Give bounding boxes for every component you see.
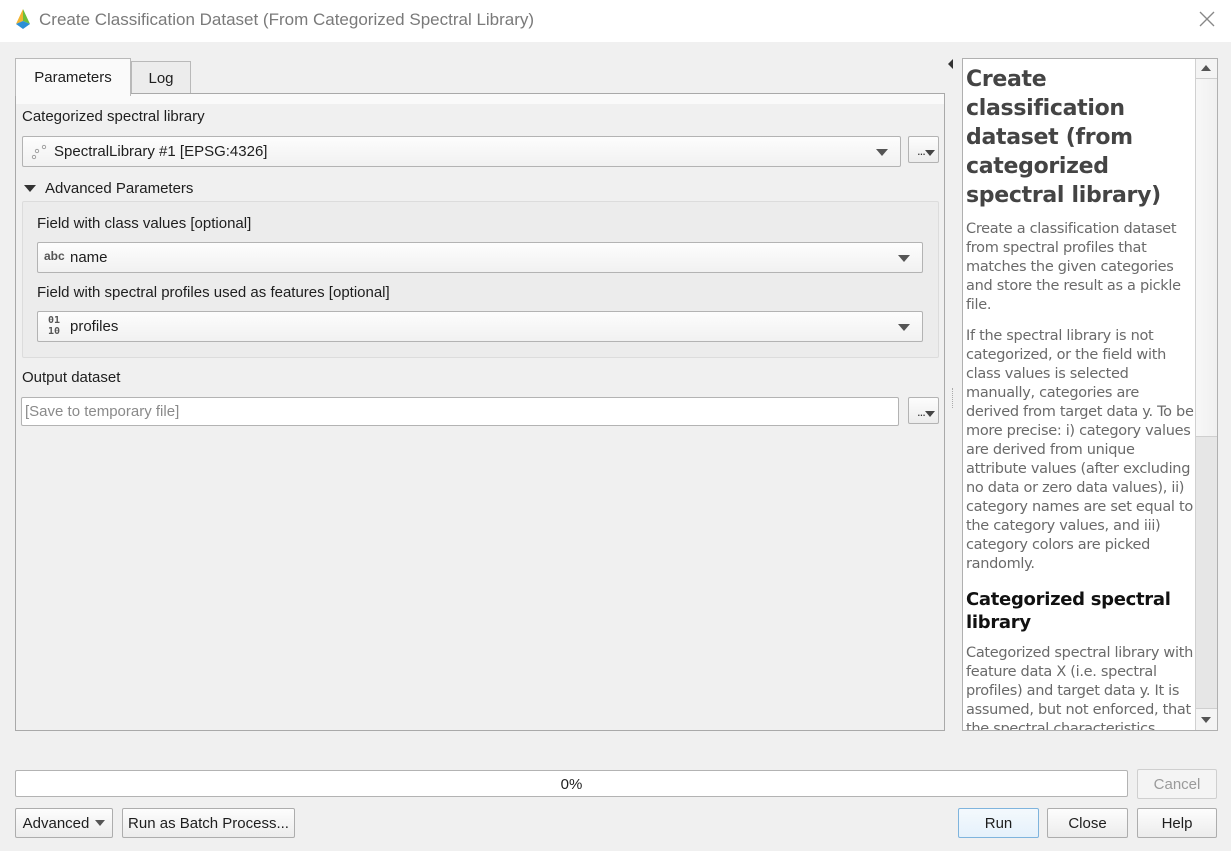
scrollbar-thumb[interactable]	[1196, 79, 1217, 437]
chevron-down-icon	[876, 149, 888, 156]
help-panel: Create classification dataset (from cate…	[962, 58, 1218, 731]
output-path-input[interactable]	[21, 397, 899, 426]
library-combo[interactable]: SpectralLibrary #1 [EPSG:4326]	[22, 136, 901, 167]
output-label: Output dataset	[22, 369, 121, 386]
profiles-field-value: profiles	[70, 318, 119, 335]
run-batch-button[interactable]: Run as Batch Process...	[122, 808, 295, 838]
run-button[interactable]: Run	[958, 808, 1039, 838]
string-field-icon: abc	[44, 249, 65, 263]
class-field-combo[interactable]: abc name	[37, 242, 923, 273]
chevron-down-icon	[925, 150, 935, 156]
tab-log-label: Log	[148, 69, 174, 87]
help-button[interactable]: Help	[1137, 808, 1217, 838]
help-title: Create classification dataset (from cate…	[966, 67, 1161, 208]
class-field-label: Field with class values [optional]	[37, 215, 252, 232]
library-browse-button[interactable]: ...	[908, 136, 939, 163]
window-title: Create Classification Dataset (From Cate…	[39, 10, 535, 29]
chevron-down-icon	[898, 255, 910, 262]
help-description-details: If the spectral library is not categoriz…	[966, 328, 1194, 572]
chevron-down-icon	[925, 411, 935, 417]
advanced-parameters-label: Advanced Parameters	[45, 179, 194, 197]
library-label: Categorized spectral library	[22, 108, 205, 125]
tab-parameters[interactable]: Parameters	[15, 58, 131, 96]
help-content: Create classification dataset (from cate…	[966, 65, 1194, 731]
library-value: SpectralLibrary #1 [EPSG:4326]	[54, 143, 268, 160]
help-section-title: Categorized spectral library	[966, 589, 1171, 633]
title-bar: Create Classification Dataset (From Cate…	[0, 0, 1231, 42]
class-field-value: name	[70, 249, 108, 266]
progress-label: 0%	[560, 776, 583, 793]
advanced-menu-button[interactable]: Advanced	[15, 808, 113, 838]
close-button[interactable]: Close	[1047, 808, 1128, 838]
close-icon[interactable]	[1196, 8, 1218, 30]
help-section-text: Categorized spectral library with featur…	[966, 645, 1193, 731]
profiles-field-combo[interactable]: 01 10 profiles	[37, 311, 923, 342]
triangle-down-icon	[24, 184, 36, 192]
splitter-handle[interactable]	[952, 388, 954, 408]
output-browse-button[interactable]: ...	[908, 397, 939, 424]
chevron-down-icon	[898, 324, 910, 331]
advanced-parameters-toggle[interactable]: Advanced Parameters	[22, 179, 194, 197]
help-description: Create a classification dataset from spe…	[966, 221, 1181, 313]
qgis-logo-icon	[16, 9, 30, 29]
help-scrollbar[interactable]	[1195, 59, 1217, 730]
advanced-button-label: Advanced	[22, 814, 90, 832]
collapse-help-icon[interactable]	[948, 59, 953, 69]
point-layer-icon	[31, 144, 47, 160]
tab-parameters-label: Parameters	[34, 69, 112, 86]
binary-field-icon: 01 10	[48, 315, 61, 337]
output-path-field[interactable]	[25, 403, 898, 420]
scroll-down-icon[interactable]	[1196, 708, 1217, 730]
tab-log[interactable]: Log	[131, 61, 191, 94]
progress-bar: 0%	[15, 770, 1128, 797]
cancel-button[interactable]: Cancel	[1137, 769, 1217, 799]
chevron-down-icon	[95, 820, 106, 826]
profiles-field-label: Field with spectral profiles used as fea…	[37, 284, 390, 301]
scroll-up-icon[interactable]	[1196, 59, 1217, 79]
